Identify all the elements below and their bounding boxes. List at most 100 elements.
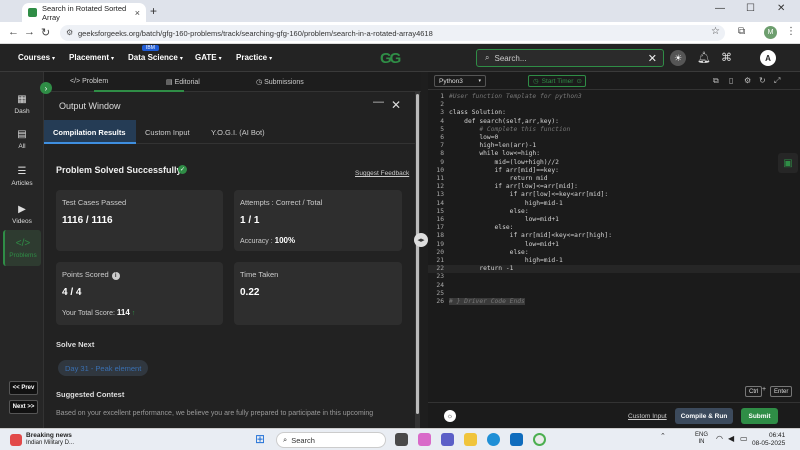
submit-button[interactable]: Submit — [741, 408, 778, 424]
user-avatar[interactable]: A — [760, 50, 776, 66]
close-tab-icon[interactable]: × — [135, 8, 140, 18]
menu-gate[interactable]: GATE ▾ — [195, 53, 222, 62]
code-line[interactable]: 13 if arr[low]<=key<arr[mid]: — [428, 191, 800, 199]
sidebar-item-all[interactable]: ▤ All — [3, 121, 41, 157]
browser-profile-avatar[interactable]: M — [764, 26, 777, 39]
close-window-icon[interactable]: ✕ — [777, 3, 785, 14]
site-search-input[interactable]: ⌕ Search... ✕ — [476, 49, 664, 67]
menu-courses[interactable]: Courses ▾ — [18, 53, 55, 62]
notification-bell-icon[interactable]: 🔔︎ — [697, 51, 711, 64]
chat-icon[interactable]: ▣ — [778, 153, 798, 173]
code-line[interactable]: 2 — [428, 101, 800, 109]
task-view-icon[interactable] — [395, 433, 408, 446]
compile-run-button[interactable]: Compile & Run — [675, 408, 733, 424]
news-widget[interactable]: Breaking news Indian Military D... — [10, 432, 74, 447]
translate-icon[interactable]: ⌘ — [721, 51, 732, 64]
site-info-icon[interactable]: ⚙ — [66, 28, 73, 37]
extensions-icon[interactable]: ⧉ — [738, 26, 745, 37]
code-line[interactable]: 25 — [428, 290, 800, 298]
menu-placement[interactable]: Placement ▾ — [69, 53, 114, 62]
tab-editorial[interactable]: ▤ Editorial — [166, 78, 200, 86]
expand-arrow-icon[interactable]: › — [40, 82, 52, 94]
close-output-icon[interactable]: ✕ — [391, 98, 401, 112]
minimize-window-icon[interactable]: — — [715, 3, 725, 14]
reset-icon[interactable]: ↻ — [759, 76, 766, 85]
system-tray-chevron-icon[interactable]: ⌃ — [660, 432, 666, 440]
code-line[interactable]: 21 high=mid-1 — [428, 257, 800, 265]
fullscreen-icon[interactable]: ⤢ — [774, 76, 780, 86]
tab-submissions[interactable]: ◷ Submissions — [256, 78, 304, 86]
forward-arrow-icon[interactable]: → — [24, 26, 35, 38]
resize-handle-icon[interactable]: ◂▸ — [414, 233, 428, 247]
custom-input-link[interactable]: Custom Input — [628, 413, 667, 420]
code-line[interactable]: 14 high=mid-1 — [428, 200, 800, 208]
code-line[interactable]: 15 else: — [428, 208, 800, 216]
tab-custom-input[interactable]: Custom Input — [145, 128, 190, 137]
code-line[interactable]: 1 #User function Template for python3 — [428, 93, 800, 101]
file-explorer-icon[interactable] — [464, 433, 477, 446]
code-line[interactable]: 10 if arr[mid]==key: — [428, 167, 800, 175]
code-line[interactable]: 26 # } Driver Code Ends — [428, 298, 800, 306]
wifi-icon[interactable]: ◠ — [716, 434, 723, 443]
code-line[interactable]: 4 def search(self,arr,key): — [428, 118, 800, 126]
chrome-icon[interactable] — [533, 433, 546, 446]
code-line[interactable]: 11 return mid — [428, 175, 800, 183]
windows-start-icon[interactable]: ⊞ — [255, 432, 265, 446]
tab-yogi-ai-bot[interactable]: Y.O.G.I. (AI Bot) — [211, 128, 265, 137]
back-arrow-icon[interactable]: ← — [8, 26, 19, 38]
code-line[interactable]: 16 low=mid+1 — [428, 216, 800, 224]
clock[interactable]: 06:41 08-05-2025 — [752, 432, 785, 448]
suggest-feedback-link[interactable]: Suggest Feedback — [355, 170, 409, 177]
code-line[interactable]: 9 mid=(low+high)//2 — [428, 159, 800, 167]
code-line[interactable]: 19 low=mid+1 — [428, 241, 800, 249]
code-line[interactable]: 3 class Solution: — [428, 109, 800, 117]
browser-menu-icon[interactable]: ⋮ — [786, 26, 796, 37]
hint-bulb-icon[interactable]: ☼ — [444, 410, 456, 422]
menu-data-science[interactable]: Data Science ▾ — [128, 53, 183, 62]
code-line[interactable]: 22 return -1 — [428, 265, 800, 274]
copilot-icon[interactable] — [418, 433, 431, 446]
new-tab-icon[interactable]: + — [150, 4, 157, 18]
language-indicator[interactable]: ENG IN — [695, 432, 708, 446]
code-line[interactable]: 6 low=0 — [428, 134, 800, 142]
menu-practice[interactable]: Practice ▾ — [236, 53, 272, 62]
sidebar-item-problems[interactable]: </> Problems — [3, 230, 41, 266]
sidebar-item-videos[interactable]: ▶ Videos — [3, 196, 41, 232]
file-icon[interactable]: ▯ — [729, 76, 733, 85]
address-bar[interactable]: ⚙ geeksforgeeks.org/batch/gfg-160-proble… — [60, 25, 725, 41]
prev-button[interactable]: << Prev — [9, 381, 38, 395]
battery-icon[interactable]: ▭ — [740, 434, 748, 443]
gfg-logo[interactable]: GG — [380, 50, 401, 67]
volume-icon[interactable]: ◀ — [728, 434, 734, 443]
theme-toggle-icon[interactable]: ☀ — [670, 50, 686, 66]
clear-search-icon[interactable]: ✕ — [648, 52, 657, 65]
output-scrollbar-thumb[interactable] — [416, 94, 419, 414]
outlook-icon[interactable] — [510, 433, 523, 446]
bookmark-star-icon[interactable]: ☆ — [711, 26, 720, 37]
code-line[interactable]: 24 — [428, 282, 800, 290]
settings-icon[interactable]: ⚙ — [744, 76, 751, 85]
info-icon[interactable]: i — [111, 272, 120, 280]
reload-icon[interactable]: ↻ — [41, 26, 50, 39]
copy-icon[interactable]: ⧉ — [713, 76, 719, 86]
language-select[interactable]: Python3 ▾ — [434, 75, 486, 87]
code-line[interactable]: 18 if arr[mid]<key<=arr[high]: — [428, 232, 800, 240]
tab-compilation-results[interactable]: Compilation Results — [44, 120, 136, 144]
start-timer-button[interactable]: ◷ Start Timer ⊙ — [528, 75, 586, 87]
code-line[interactable]: 12 if arr[low]<=arr[mid]: — [428, 183, 800, 191]
edge-icon[interactable] — [487, 433, 500, 446]
browser-tab[interactable]: Search in Rotated Sorted Array × — [22, 3, 146, 22]
teams-icon[interactable] — [441, 433, 454, 446]
maximize-window-icon[interactable]: ☐ — [746, 3, 755, 14]
taskbar-search[interactable]: ⌕ Search — [276, 432, 386, 448]
sidebar-item-dash[interactable]: ▦ Dash — [3, 86, 41, 122]
code-line[interactable]: 23 — [428, 273, 800, 281]
next-button[interactable]: Next >> — [9, 400, 38, 414]
minimize-output-icon[interactable]: — — [373, 96, 384, 108]
code-line[interactable]: 20 else: — [428, 249, 800, 257]
solve-next-chip[interactable]: Day 31 - Peak element — [58, 360, 149, 376]
code-line[interactable]: 17 else: — [428, 224, 800, 232]
tab-problem[interactable]: </> Problem — [70, 78, 108, 85]
sidebar-item-articles[interactable]: ☰ Articles — [3, 158, 41, 194]
code-line[interactable]: 5 # Complete this function — [428, 126, 800, 134]
